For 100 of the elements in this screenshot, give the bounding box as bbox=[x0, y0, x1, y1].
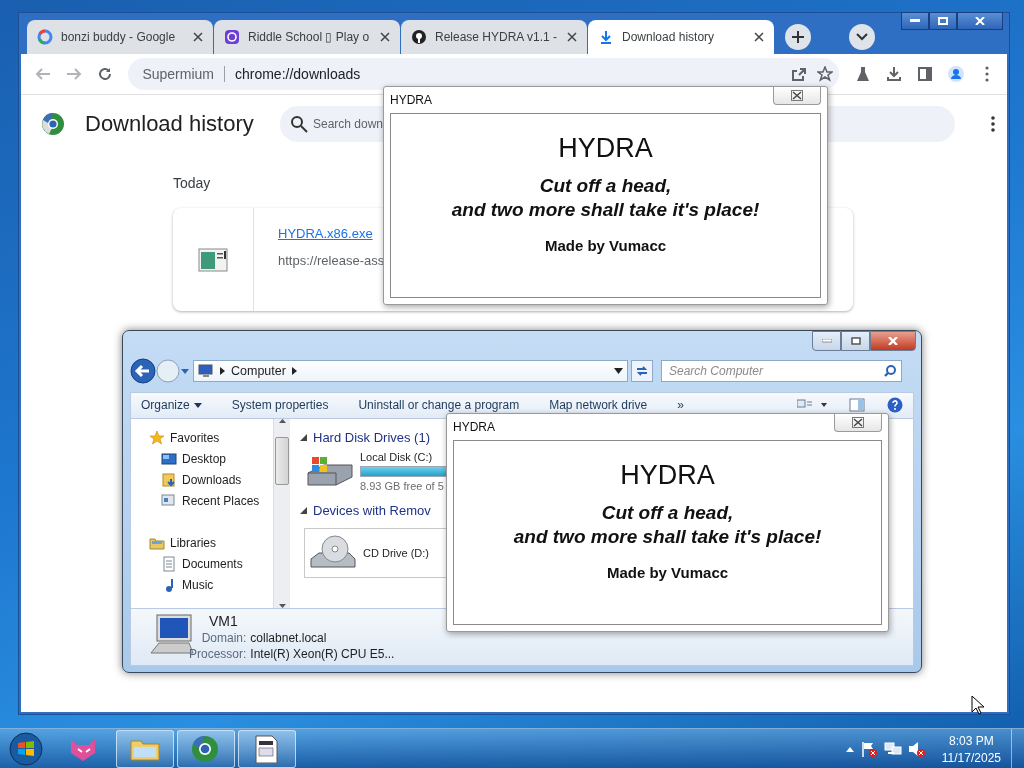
caret-icon bbox=[193, 402, 202, 408]
document-icon bbox=[161, 555, 177, 572]
nav-item[interactable]: Desktop bbox=[161, 448, 273, 469]
tab-search-button[interactable] bbox=[849, 24, 875, 50]
browser-tab[interactable]: Riddle School ▯ Play o bbox=[214, 20, 400, 54]
computer-icon bbox=[198, 363, 214, 378]
close-button[interactable] bbox=[773, 87, 821, 105]
game-icon bbox=[224, 29, 240, 45]
more-options-icon[interactable] bbox=[991, 116, 995, 132]
group-heading[interactable]: Hard Disk Drives (1) bbox=[313, 429, 430, 445]
clock[interactable]: 8:03 PM 11/17/2025 bbox=[941, 733, 1001, 765]
minimize-button[interactable] bbox=[901, 12, 929, 30]
date-heading: Today bbox=[173, 175, 211, 191]
field-label: Processor: bbox=[189, 647, 247, 661]
forward-icon bbox=[65, 66, 82, 82]
chevron-right-icon bbox=[220, 366, 225, 375]
refresh-button[interactable] bbox=[631, 359, 653, 382]
close-icon[interactable] bbox=[193, 32, 203, 42]
command-button[interactable]: » bbox=[677, 398, 684, 413]
maximize-button[interactable] bbox=[929, 12, 957, 30]
star-icon[interactable] bbox=[817, 66, 834, 82]
group-heading[interactable]: Devices with Remov bbox=[313, 502, 431, 518]
browser-tab[interactable]: Download history bbox=[588, 20, 774, 54]
nav-item[interactable]: Recent Places bbox=[161, 490, 273, 511]
close-icon[interactable] bbox=[380, 32, 390, 42]
dialog-message: Cut off a head, and two more shall take it's place! bbox=[513, 501, 822, 549]
browser-tab[interactable]: bonzi buddy - Google bbox=[27, 20, 213, 54]
maximize-icon bbox=[938, 17, 948, 25]
close-button[interactable] bbox=[834, 414, 882, 432]
network-icon[interactable] bbox=[883, 741, 902, 757]
flask-icon bbox=[854, 66, 871, 82]
nav-item[interactable]: Downloads bbox=[161, 469, 273, 490]
close-icon bbox=[975, 17, 985, 25]
start-button[interactable] bbox=[9, 732, 43, 766]
dialog-heading: HYDRA bbox=[558, 133, 653, 164]
dialog-title: HYDRA bbox=[390, 93, 432, 107]
command-button[interactable]: System properties bbox=[231, 398, 329, 413]
back-button[interactable] bbox=[130, 357, 156, 384]
maximize-button[interactable] bbox=[841, 331, 870, 351]
program-file-icon bbox=[198, 247, 228, 272]
download-icon bbox=[886, 66, 903, 82]
nav-item[interactable]: Favorites bbox=[149, 427, 273, 448]
browser-tab[interactable]: Release HYDRA v1.1 - bbox=[401, 20, 587, 54]
dialog-heading: HYDRA bbox=[620, 460, 715, 491]
command-button[interactable]: Organize bbox=[141, 398, 202, 413]
page-title: Download history bbox=[85, 111, 255, 137]
minimize-icon bbox=[821, 339, 832, 343]
credit-text: Made by Vumacc bbox=[544, 237, 667, 254]
field-value: collabnet.local bbox=[250, 631, 328, 645]
back-icon bbox=[34, 66, 51, 82]
browser-name: Supermium bbox=[142, 66, 225, 82]
search-icon bbox=[290, 115, 308, 133]
refresh-icon bbox=[635, 364, 649, 377]
nav-item[interactable]: Documents bbox=[161, 553, 273, 574]
chevron-right-icon bbox=[291, 366, 297, 375]
monitor-icon bbox=[161, 450, 177, 467]
side-panel-icon bbox=[917, 66, 934, 82]
dropdown-icon[interactable] bbox=[614, 367, 623, 374]
close-button[interactable] bbox=[870, 331, 916, 351]
plus-icon bbox=[792, 31, 804, 43]
nav-item[interactable]: Libraries bbox=[149, 532, 273, 553]
show-hidden-icons-icon[interactable] bbox=[845, 746, 854, 752]
command-button[interactable]: Map network drive bbox=[549, 398, 648, 413]
close-icon[interactable] bbox=[754, 32, 764, 42]
muted-speaker-icon[interactable] bbox=[907, 741, 926, 757]
share-icon[interactable] bbox=[791, 66, 808, 82]
close-icon bbox=[791, 90, 803, 101]
address-bar[interactable]: Supermium chrome://downloads bbox=[128, 58, 840, 90]
new-tab-button[interactable] bbox=[785, 24, 811, 50]
nav-item[interactable]: Music bbox=[161, 574, 273, 595]
chevron-down-icon bbox=[856, 33, 868, 41]
field-label: Domain: bbox=[200, 631, 247, 645]
credit-text: Made by Vumacc bbox=[606, 564, 729, 581]
url-text: chrome://downloads bbox=[234, 66, 362, 82]
download-icon bbox=[598, 29, 614, 45]
source-url: https://release-ass bbox=[278, 253, 385, 268]
field-value: Intel(R) Xeon(R) CPU E5... bbox=[250, 647, 395, 661]
search-field[interactable]: Search Computer bbox=[661, 359, 902, 382]
browser-logo-icon bbox=[191, 735, 221, 763]
free-space-text: 8.93 GB free of 5 bbox=[360, 480, 445, 492]
collapse-icon[interactable] bbox=[300, 433, 307, 441]
flag-icon[interactable] bbox=[859, 741, 878, 757]
window-icon bbox=[161, 492, 177, 509]
collapse-icon[interactable] bbox=[300, 506, 307, 514]
taskbar-button[interactable] bbox=[238, 730, 296, 768]
reload-icon bbox=[96, 66, 113, 82]
menu-icon bbox=[985, 66, 990, 82]
close-icon bbox=[852, 417, 864, 428]
dialog-title: HYDRA bbox=[453, 420, 495, 434]
close-button[interactable] bbox=[957, 12, 1003, 30]
scrollbar-thumb[interactable] bbox=[275, 437, 289, 485]
close-icon[interactable] bbox=[567, 32, 577, 42]
browser-logo-icon bbox=[41, 112, 65, 136]
maximize-icon bbox=[850, 337, 861, 345]
breadcrumb[interactable]: Computer bbox=[231, 363, 286, 378]
computer-name: VM1 bbox=[209, 613, 239, 631]
help-icon[interactable] bbox=[887, 397, 903, 414]
command-button[interactable]: Uninstall or change a program bbox=[358, 398, 520, 413]
address-bar[interactable]: Computer bbox=[193, 359, 628, 382]
file-link[interactable]: HYDRA.x86.exe bbox=[278, 226, 385, 241]
